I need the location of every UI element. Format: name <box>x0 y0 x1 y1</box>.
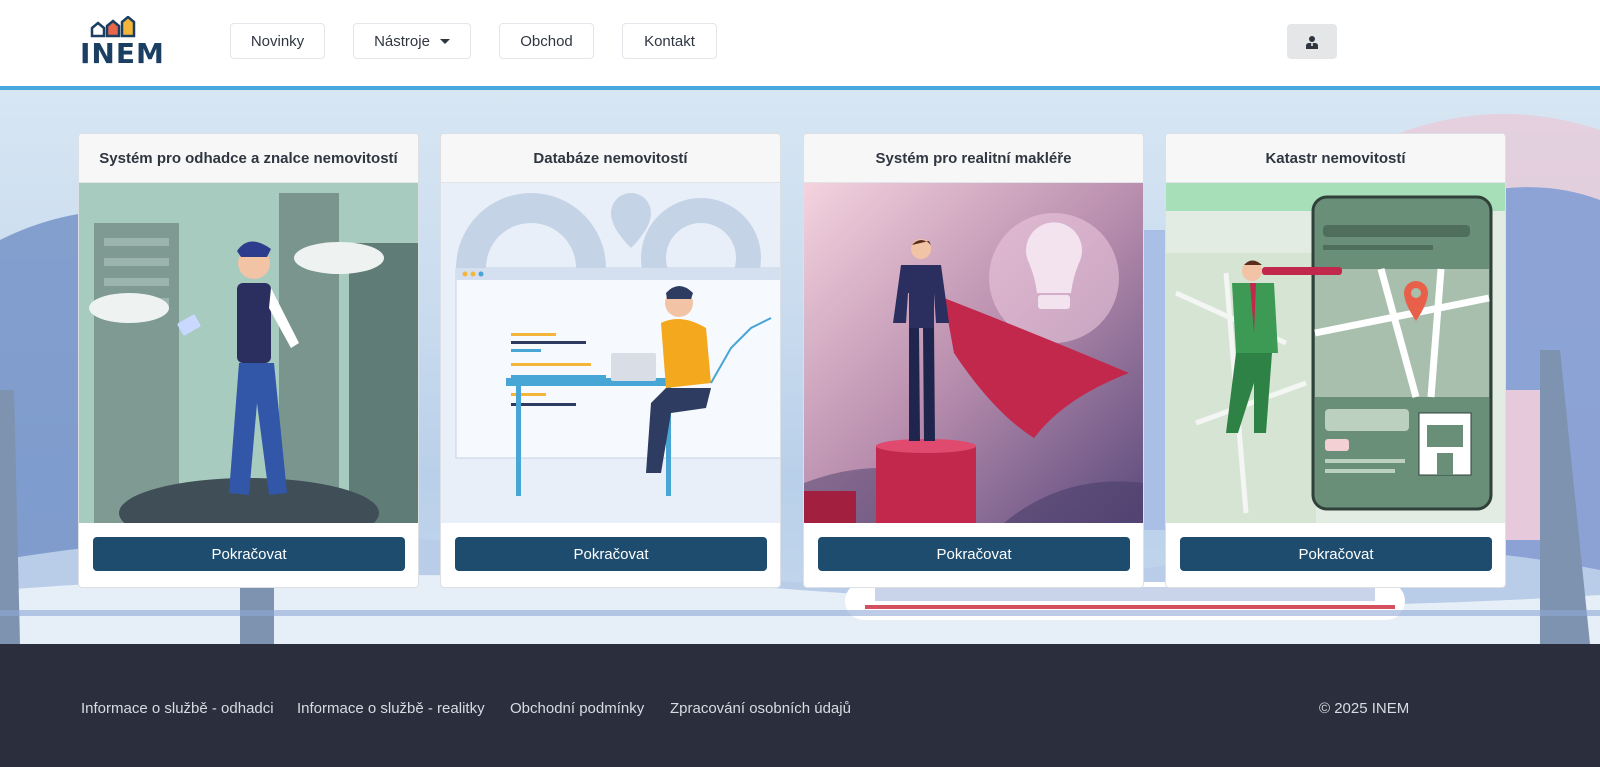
nav-novinky[interactable]: Novinky <box>230 23 325 59</box>
houses-logo-icon <box>90 16 136 38</box>
nav-label: Obchod <box>520 32 573 50</box>
nav-label: Nástroje <box>374 32 430 50</box>
footer-link-privacy[interactable]: Zpracování osobních údajů <box>670 700 851 717</box>
caret-down-icon <box>439 38 450 44</box>
card-databaze: Databáze nemovitostí Pokračovat <box>440 133 781 588</box>
continue-button[interactable]: Pokračovat <box>93 537 405 571</box>
continue-button[interactable]: Pokračovat <box>455 537 767 571</box>
user-account-button[interactable] <box>1287 24 1337 59</box>
card-odhadci: Systém pro odhadce a znalce nemovitostí … <box>78 133 419 588</box>
site-header: INEM Novinky Nástroje Obchod Kontakt <box>0 0 1600 86</box>
card-title: Databáze nemovitostí <box>441 134 780 183</box>
continue-button[interactable]: Pokračovat <box>818 537 1130 571</box>
footer-link-info-realtors[interactable]: Informace o službě - realitky <box>297 700 485 717</box>
nav-obchod[interactable]: Obchod <box>499 23 594 59</box>
card-title: Systém pro odhadce a znalce nemovitostí <box>79 134 418 183</box>
card-image-realtor <box>804 183 1143 523</box>
inem-logo[interactable]: INEM <box>80 16 164 70</box>
nav-nastroje-dropdown[interactable]: Nástroje <box>353 23 471 59</box>
nav-label: Kontakt <box>644 32 695 50</box>
card-image-appraiser <box>79 183 418 523</box>
card-title: Systém pro realitní makléře <box>804 134 1143 183</box>
nav-label: Novinky <box>250 32 305 50</box>
site-footer: Informace o službě - odhadci Informace o… <box>0 644 1600 767</box>
footer-link-terms[interactable]: Obchodní podmínky <box>510 700 644 717</box>
copyright-text: © 2025 INEM <box>1319 700 1410 717</box>
user-icon <box>1306 35 1318 49</box>
logo-text: INEM <box>80 37 165 70</box>
continue-button[interactable]: Pokračovat <box>1180 537 1492 571</box>
card-image-database <box>441 183 780 523</box>
card-realitni-makleri: Systém pro realitní makléře Pokračovat <box>803 133 1144 588</box>
card-title: Katastr nemovitostí <box>1166 134 1505 183</box>
card-image-cadastre <box>1166 183 1505 523</box>
nav-kontakt[interactable]: Kontakt <box>622 23 717 59</box>
footer-link-info-appraisers[interactable]: Informace o službě - odhadci <box>81 700 274 717</box>
card-katastr: Katastr nemovitostí Pokračovat <box>1165 133 1506 588</box>
